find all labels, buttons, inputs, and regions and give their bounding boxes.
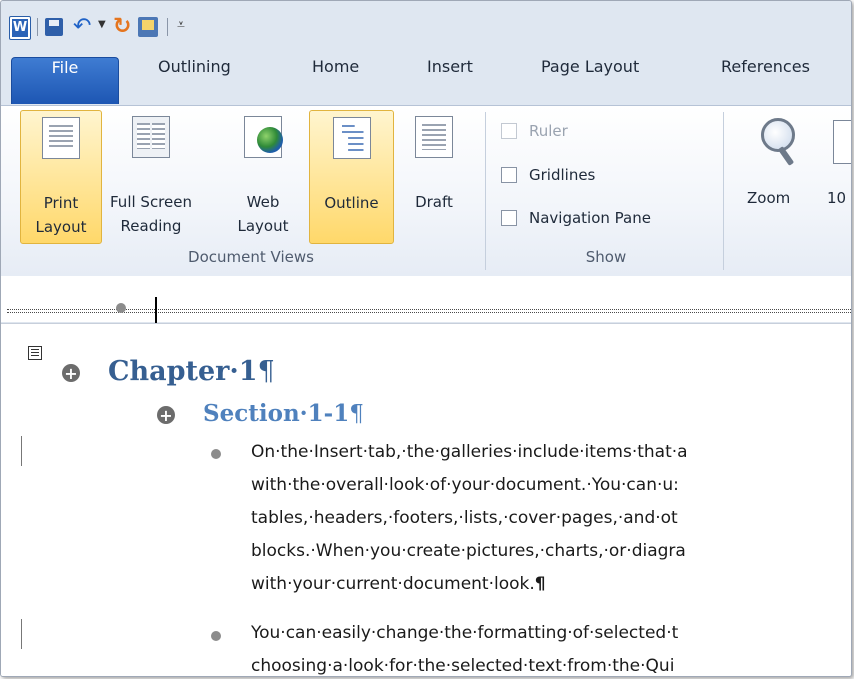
navigation-pane-checkbox[interactable]: Navigation Pane (501, 209, 651, 231)
draft-icon (415, 116, 453, 158)
gridlines-label: Gridlines (529, 166, 596, 184)
heading-chapter[interactable]: Chapter·1¶ (108, 356, 275, 387)
expand-chapter-icon[interactable]: + (62, 364, 80, 383)
change-bar (21, 619, 22, 649)
redo-icon[interactable]: ↻ (113, 13, 131, 41)
group-divider (723, 112, 724, 270)
customize-qat-icon[interactable]: ⩡ (177, 17, 185, 33)
web-layout-icon (244, 116, 283, 158)
toolbar-divider (37, 18, 38, 36)
change-bar (21, 436, 22, 466)
outline-label: Outline (324, 194, 379, 212)
gridlines-checkbox[interactable]: Gridlines (501, 166, 595, 188)
style-area-icon (28, 346, 42, 360)
tab-file[interactable]: File (11, 57, 119, 104)
tab-insert[interactable]: Insert (427, 57, 473, 105)
navigation-pane-checkbox-box[interactable] (501, 209, 517, 226)
zoom-icon[interactable] (759, 118, 799, 178)
bullet-icon[interactable] (211, 631, 221, 641)
hundred-percent-icon[interactable] (833, 120, 851, 164)
ribbon: Print Layout Full Screen Reading Web Lay… (1, 105, 851, 375)
word-window: W ↶ ▼ ↻ ⩡ File Outlining Home Insert Pag… (0, 0, 852, 677)
outline-icon (332, 117, 371, 159)
document-views-group-label: Document Views (188, 248, 314, 266)
print-layout-icon (42, 117, 80, 159)
gridlines-checkbox-box[interactable] (501, 166, 517, 183)
draft-label: Draft (415, 193, 453, 211)
group-divider (485, 112, 486, 270)
expand-section-icon[interactable]: + (157, 406, 175, 425)
word-logo-icon[interactable]: W (9, 16, 31, 40)
quick-access-toolbar: W ↶ ▼ ↻ ⩡ (1, 1, 851, 57)
print-preview-icon[interactable] (138, 17, 158, 37)
body-paragraph[interactable]: On·the·Insert·tab,·the·galleries·include… (251, 436, 688, 601)
tab-outlining[interactable]: Outlining (158, 57, 231, 105)
show-group-label: Show (585, 248, 627, 266)
save-icon[interactable] (45, 18, 63, 36)
undo-dropdown-icon[interactable]: ▼ (98, 19, 106, 30)
ruler-dotted-line (7, 309, 851, 310)
tab-page-layout[interactable]: Page Layout (541, 57, 639, 105)
indent-marker[interactable] (116, 303, 126, 313)
navigation-pane-label: Navigation Pane (529, 209, 651, 227)
outline-ruler (1, 276, 851, 323)
bullet-icon[interactable] (211, 449, 221, 459)
zoom-label[interactable]: Zoom (747, 186, 790, 210)
full-screen-reading-icon (132, 116, 170, 158)
ribbon-tabs: File Outlining Home Insert Page Layout R… (1, 57, 851, 105)
toolbar-divider (167, 18, 168, 36)
text-cursor (155, 297, 157, 323)
body-paragraph[interactable]: You·can·easily·change·the·formatting·of·… (251, 617, 678, 676)
undo-icon[interactable]: ↶ (73, 13, 91, 41)
print-layout-label: Print Layout (35, 194, 87, 236)
tab-references[interactable]: References (721, 57, 810, 105)
full-screen-reading-label: Full Screen Reading (110, 193, 192, 235)
print-layout-button[interactable]: Print Layout (20, 110, 102, 244)
hundred-percent-label[interactable]: 10 (827, 186, 846, 210)
ruler-checkbox[interactable]: Ruler (501, 122, 568, 144)
ruler-checkbox-box[interactable] (501, 122, 517, 139)
ruler-dotted-line (7, 312, 851, 313)
full-screen-reading-button[interactable]: Full Screen Reading (105, 110, 197, 244)
web-layout-button[interactable]: Web Layout (227, 110, 299, 244)
document-area[interactable]: + Chapter·1¶ + Section·1-1¶ On·the·Inser… (1, 323, 851, 676)
tab-home[interactable]: Home (312, 57, 359, 105)
heading-section[interactable]: Section·1-1¶ (203, 400, 364, 427)
web-layout-label: Web Layout (237, 193, 289, 235)
draft-button[interactable]: Draft (399, 110, 469, 244)
outline-button[interactable]: Outline (309, 110, 394, 244)
ruler-label: Ruler (529, 122, 568, 140)
